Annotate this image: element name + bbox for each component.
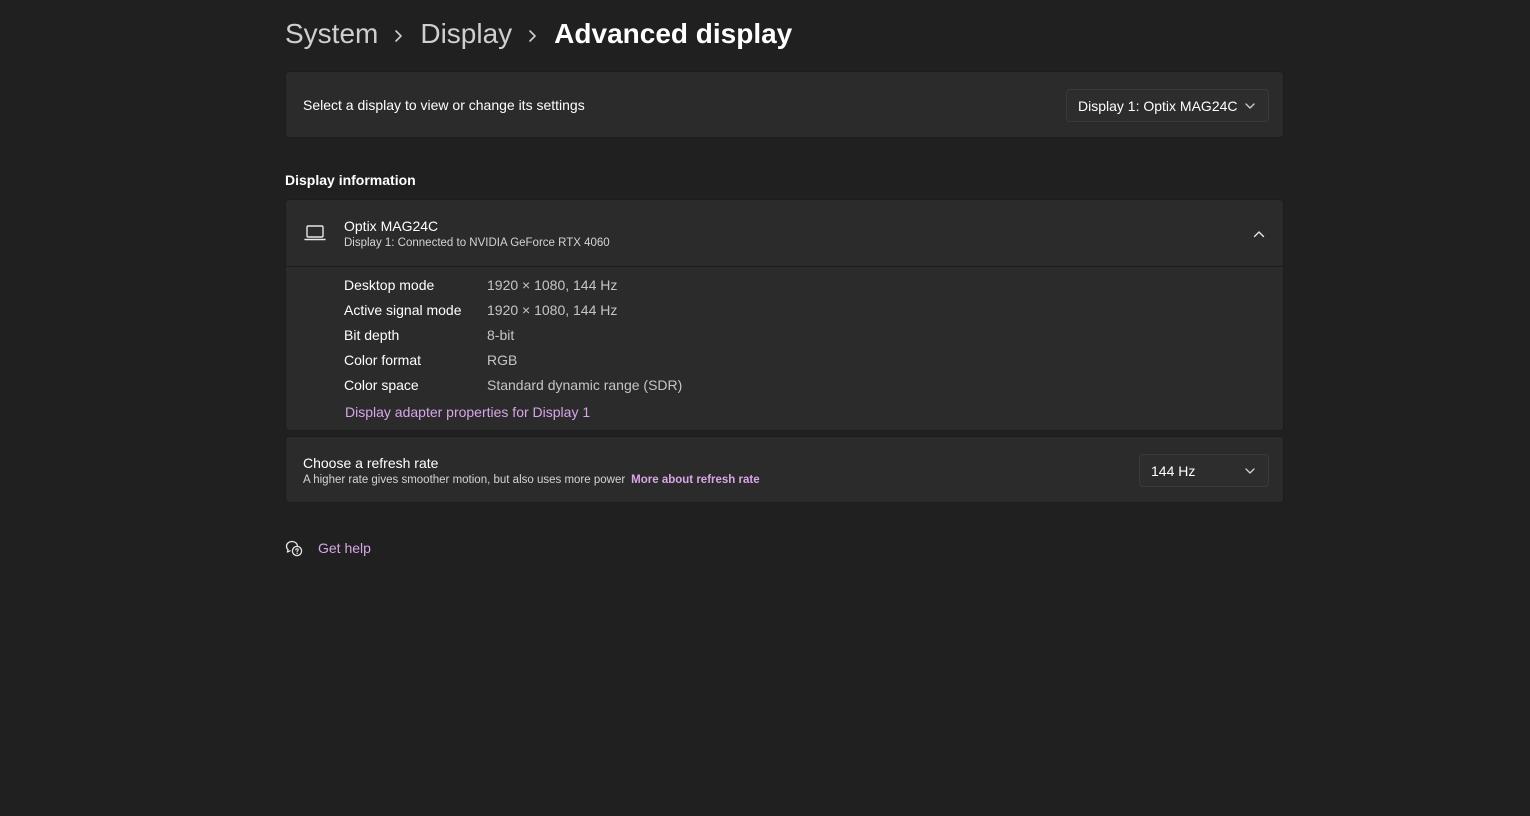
display-information-heading: Display information [285,172,416,188]
help-chat-icon [285,540,303,557]
chevron-right-icon [512,18,554,50]
breadcrumb: System Display Advanced display [285,14,792,54]
breadcrumb-system[interactable]: System [285,18,378,50]
chevron-down-icon [1245,468,1255,474]
info-key: Desktop mode [344,277,435,293]
select-display-label: Select a display to view or change its s… [303,97,585,113]
chevron-up-icon [1253,231,1265,238]
info-key: Active signal mode [344,302,462,318]
display-information-header[interactable]: Optix MAG24C Display 1: Connected to NVI… [286,200,1283,267]
select-display-card: Select a display to view or change its s… [285,71,1284,138]
display-name: Optix MAG24C [344,218,439,234]
display-select-dropdown[interactable]: Display 1: Optix MAG24C [1066,89,1269,122]
refresh-rate-description-text: A higher rate gives smoother motion, but… [303,474,626,486]
refresh-rate-dropdown[interactable]: 144 Hz [1139,454,1269,487]
refresh-rate-description: A higher rate gives smoother motion, but… [303,474,760,486]
chevron-down-icon [1245,103,1255,109]
info-value: 1920 × 1080, 144 Hz [487,277,618,293]
info-key: Bit depth [344,327,400,343]
get-help-link[interactable]: Get help [285,537,371,559]
refresh-rate-card: Choose a refresh rate A higher rate give… [285,436,1284,503]
info-value: Standard dynamic range (SDR) [487,377,683,393]
info-value: RGB [487,352,518,368]
refresh-rate-value: 144 Hz [1151,462,1196,479]
more-about-refresh-rate-link[interactable]: More about refresh rate [631,474,759,486]
collapse-button[interactable] [1247,222,1271,246]
info-key: Color format [344,352,422,368]
page-title: Advanced display [554,18,793,49]
display-select-value: Display 1: Optix MAG24C [1078,97,1238,114]
info-value: 1920 × 1080, 144 Hz [487,302,618,318]
breadcrumb-display[interactable]: Display [420,18,512,50]
laptop-icon [304,225,326,241]
get-help-label: Get help [318,540,371,556]
display-adapter-properties-link[interactable]: Display adapter properties for Display 1 [345,404,590,420]
refresh-rate-title: Choose a refresh rate [303,455,439,471]
chevron-right-icon [378,18,420,50]
display-information-card: Optix MAG24C Display 1: Connected to NVI… [285,199,1284,431]
info-key: Color space [344,377,419,393]
display-connection-info: Display 1: Connected to NVIDIA GeForce R… [344,237,610,249]
info-value: 8-bit [487,327,515,343]
